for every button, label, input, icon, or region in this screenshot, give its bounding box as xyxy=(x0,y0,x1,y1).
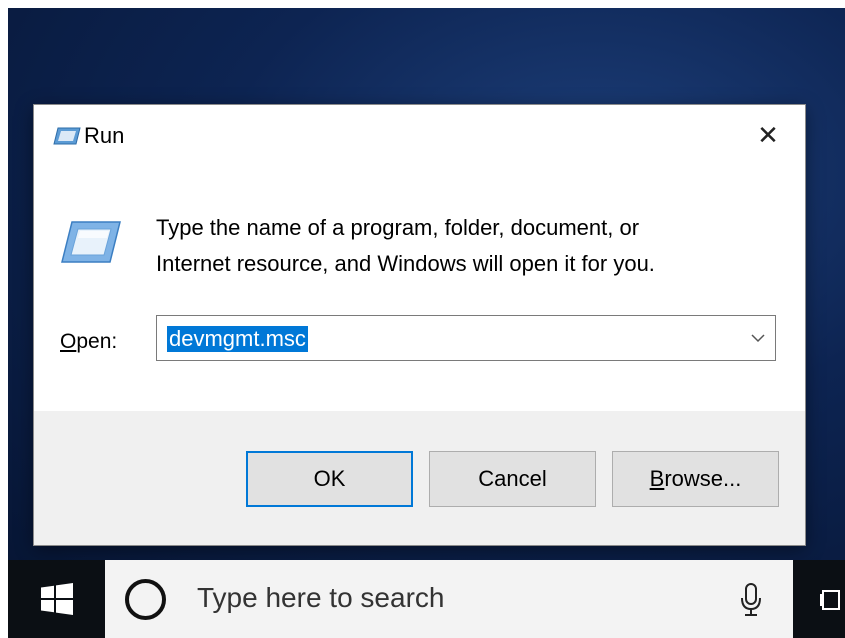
cortana-icon[interactable] xyxy=(125,579,166,620)
task-view-icon[interactable] xyxy=(820,588,840,612)
taskbar-search-box[interactable]: Type here to search xyxy=(105,560,793,638)
screenshot-frame: Run ✕ Type the name of a program, folder… xyxy=(0,0,845,638)
open-combobox[interactable]: devmgmt.msc xyxy=(156,315,776,361)
cancel-button-label: Cancel xyxy=(478,466,547,491)
cancel-button[interactable]: Cancel xyxy=(429,451,596,507)
description-line-1: Type the name of a program, folder, docu… xyxy=(156,215,640,240)
browse-button-label: rowse... xyxy=(664,466,742,491)
run-dialog: Run ✕ Type the name of a program, folder… xyxy=(34,105,805,545)
run-icon xyxy=(61,221,121,263)
taskbar: Type here to search xyxy=(8,560,845,638)
description-line-2: Internet resource, and Windows will open… xyxy=(156,251,655,276)
close-icon: ✕ xyxy=(757,119,779,150)
button-area: OK Cancel Browse... xyxy=(34,411,805,545)
chevron-down-icon[interactable] xyxy=(749,328,767,348)
open-input-value[interactable]: devmgmt.msc xyxy=(167,326,308,352)
close-button[interactable]: ✕ xyxy=(746,115,790,155)
start-button[interactable] xyxy=(8,560,105,638)
search-placeholder[interactable]: Type here to search xyxy=(197,582,444,614)
open-label-mnemonic: O xyxy=(60,330,77,353)
windows-logo-icon xyxy=(40,583,73,615)
dialog-title: Run xyxy=(84,123,125,148)
browse-button[interactable]: Browse... xyxy=(612,451,779,507)
run-icon xyxy=(53,127,81,145)
open-label-text: pen: xyxy=(76,330,118,353)
open-label: Open: xyxy=(60,330,117,354)
microphone-icon[interactable] xyxy=(740,583,762,617)
ok-button[interactable]: OK xyxy=(246,451,413,507)
ok-button-label: OK xyxy=(313,466,346,491)
browse-button-mnemonic: B xyxy=(649,466,665,491)
dialog-description: Type the name of a program, folder, docu… xyxy=(156,210,776,282)
title-bar[interactable]: Run ✕ xyxy=(34,105,805,163)
